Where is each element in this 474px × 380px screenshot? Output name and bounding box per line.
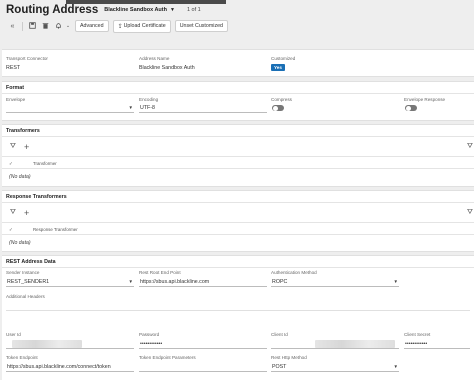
checkbox-column-icon[interactable]: ✓: [9, 161, 13, 167]
client-secret-label: Client Secret: [404, 332, 431, 337]
envelope-label: Envelope: [6, 97, 26, 102]
upload-certificate-button[interactable]: ⇪ Upload Certificate: [112, 19, 171, 33]
compress-toggle[interactable]: [272, 105, 284, 111]
address-selector[interactable]: Blackline Sandbox Auth ▼: [104, 7, 175, 13]
root-endpoint-label: Rest Root End Point: [139, 270, 181, 275]
token-endpoint-label: Token Endpoint: [6, 355, 38, 360]
grid-header-divider: [2, 156, 474, 157]
response-transformers-section: Response Transformers ⛛ + ⛛ ✓ Response T…: [2, 190, 474, 252]
additional-headers-field[interactable]: [6, 302, 470, 311]
redacted-value: [315, 340, 395, 348]
section-divider: [2, 267, 474, 268]
token-params-label: Token Endpoint Parameters: [139, 355, 196, 360]
response-transformers-empty: (No data): [9, 240, 31, 246]
transformers-empty: (No data): [9, 174, 31, 180]
advanced-button[interactable]: Advanced: [75, 20, 109, 32]
dropdown-caret-icon: ▼: [393, 364, 398, 369]
customized-label: Customized: [271, 56, 296, 61]
customized-badge: Yes: [271, 64, 285, 71]
response-transformers-title: Response Transformers: [6, 194, 67, 200]
user-id-field[interactable]: [6, 340, 134, 349]
rest-title: REST Address Data: [6, 259, 56, 265]
address-name-label: Address Name: [139, 56, 170, 61]
envelope-response-toggle[interactable]: [405, 105, 417, 111]
toolbar: « ⌄ Advanced ⇪ Upload Certificate Unset …: [6, 19, 228, 33]
compress-label: Compress: [271, 97, 292, 102]
auth-method-value: ROPC: [272, 279, 288, 285]
record-pager: 1 of 1: [186, 7, 201, 13]
checkbox-column-icon[interactable]: ✓: [9, 227, 13, 233]
grid-header-divider: [2, 222, 474, 223]
section-divider: [2, 93, 474, 94]
transformer-column-header[interactable]: Transformer: [33, 161, 57, 166]
root-endpoint-field[interactable]: https://sbus.api.blackline.com: [139, 278, 267, 287]
grid-divider: [2, 168, 474, 169]
transport-connector-value: REST: [6, 65, 21, 71]
sender-instance-label: Sender Instance: [6, 270, 40, 275]
client-id-label: Client Id: [271, 332, 288, 337]
trash-icon[interactable]: [39, 22, 52, 31]
redacted-value: [12, 340, 82, 348]
grid-divider: [2, 234, 474, 235]
rest-address-section: REST Address Data Sender Instance REST_S…: [2, 255, 474, 380]
user-id-label: User Id: [6, 332, 21, 337]
unset-customized-label: Unset Customized: [179, 23, 223, 29]
sender-instance-select[interactable]: REST_SENDER1 ▼: [6, 278, 134, 287]
dropdown-caret-icon: ▼: [393, 279, 398, 284]
transport-connector-label: Transport Connector: [6, 56, 48, 61]
address-selector-label: Blackline Sandbox Auth: [104, 7, 167, 13]
upload-certificate-label: Upload Certificate: [123, 23, 166, 29]
add-icon[interactable]: +: [24, 208, 29, 218]
auth-method-label: Authentication Method: [271, 270, 317, 275]
section-divider: [2, 136, 474, 137]
advanced-button-label: Advanced: [80, 23, 104, 29]
filter-icon[interactable]: ⛛: [467, 209, 473, 217]
client-secret-value: ••••••••••••: [405, 341, 428, 347]
format-title: Format: [6, 85, 24, 91]
encoding-value: UTF-8: [140, 105, 156, 111]
transformers-title: Transformers: [6, 128, 40, 134]
http-method-value: POST: [272, 364, 287, 370]
filter-icon[interactable]: ⛛: [10, 209, 16, 217]
page-header: Routing Address Blackline Sandbox Auth ▼…: [6, 2, 201, 18]
general-section: Transport Connector REST Address Name Bl…: [2, 49, 474, 77]
chevron-down-icon[interactable]: ⌄: [65, 23, 71, 29]
dropdown-caret-icon: ▼: [128, 279, 133, 284]
toolbar-divider: [22, 21, 23, 31]
http-method-label: Rest Http Method: [271, 355, 307, 360]
page-title: Routing Address: [6, 4, 99, 16]
http-method-select[interactable]: POST ▼: [271, 363, 399, 372]
sender-instance-value: REST_SENDER1: [7, 279, 50, 285]
password-value: ••••••••••••: [140, 341, 163, 347]
token-params-field[interactable]: [139, 363, 267, 372]
auth-method-select[interactable]: ROPC ▼: [271, 278, 399, 287]
section-divider: [2, 202, 474, 203]
token-endpoint-value: https://sbus.api.blackline.com/connect/t…: [7, 364, 111, 370]
token-endpoint-field[interactable]: https://sbus.api.blackline.com/connect/t…: [6, 363, 134, 372]
password-field[interactable]: ••••••••••••: [139, 340, 267, 349]
dropdown-caret-icon: ▼: [128, 105, 133, 110]
envelope-response-label: Envelope Response: [404, 97, 446, 102]
encoding-label: Encoding: [139, 97, 159, 102]
save-icon[interactable]: [26, 21, 39, 31]
filter-icon[interactable]: ⛛: [467, 143, 473, 151]
encoding-field[interactable]: UTF-8: [139, 104, 267, 113]
chevron-double-left-icon[interactable]: «: [6, 23, 19, 30]
bell-icon[interactable]: [52, 22, 65, 31]
upload-icon: ⇪: [117, 23, 123, 30]
additional-headers-label: Additional Headers: [6, 294, 45, 299]
unset-customized-button[interactable]: Unset Customized: [174, 20, 228, 32]
client-secret-field[interactable]: ••••••••••••: [404, 340, 470, 349]
envelope-select[interactable]: ▼: [6, 104, 134, 113]
transformers-section: Transformers ⛛ + ⛛ ✓ Transformer (No dat…: [2, 124, 474, 187]
response-transformer-column-header[interactable]: Response Transformer: [33, 227, 78, 232]
address-name-value: Blackline Sandbox Auth: [139, 65, 195, 71]
caret-down-icon: ▼: [169, 7, 175, 13]
add-icon[interactable]: +: [24, 142, 29, 152]
filter-icon[interactable]: ⛛: [10, 143, 16, 151]
password-label: Password: [139, 332, 160, 337]
client-id-field[interactable]: [271, 340, 399, 349]
format-section: Format Envelope ▼ Encoding UTF-8 Compres…: [2, 81, 474, 121]
root-endpoint-value: https://sbus.api.blackline.com: [140, 279, 210, 285]
